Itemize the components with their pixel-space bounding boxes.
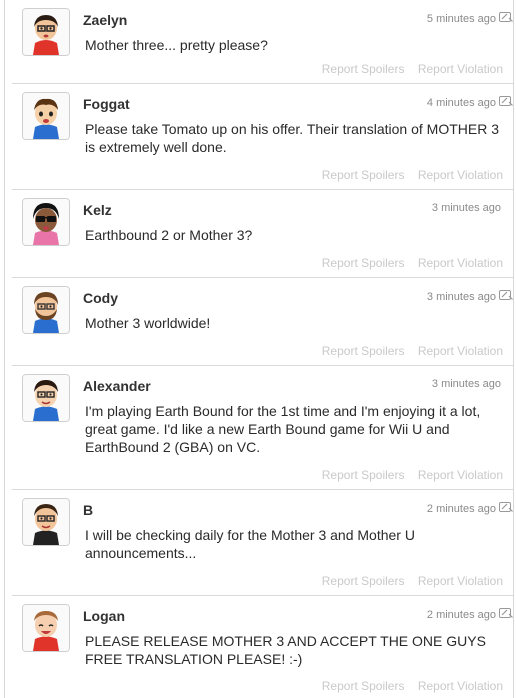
user-avatar[interactable]: [22, 286, 70, 334]
post-actions: Report Spoilers Report Violation: [312, 344, 503, 358]
report-violation-link[interactable]: Report Violation: [418, 344, 503, 358]
post-actions: Report Spoilers Report Violation: [312, 679, 503, 693]
comment-post: Logan 2 minutes ago PLEASE RELEASE MOTHE…: [12, 596, 513, 698]
comment-post: Alexander 3 minutes ago I'm playing Eart…: [12, 366, 513, 490]
report-spoilers-link[interactable]: Report Spoilers: [322, 168, 405, 182]
timestamp-text: 3 minutes ago: [431, 202, 501, 214]
post-actions: Report Spoilers Report Violation: [312, 574, 503, 588]
report-spoilers-link[interactable]: Report Spoilers: [322, 679, 405, 693]
post-timestamp: 4 minutes ago: [427, 96, 513, 109]
spoiler-flag-icon: [499, 608, 513, 618]
report-violation-link[interactable]: Report Violation: [418, 256, 503, 270]
spoiler-flag-icon: [499, 290, 513, 300]
report-spoilers-link[interactable]: Report Spoilers: [322, 574, 405, 588]
user-avatar[interactable]: [22, 604, 70, 652]
post-body: Mother 3 worldwide!: [85, 315, 211, 331]
timestamp-text: 3 minutes ago: [431, 378, 501, 390]
post-actions: Report Spoilers Report Violation: [312, 62, 503, 76]
timestamp-text: 3 minutes ago: [426, 291, 496, 303]
username[interactable]: Logan: [83, 608, 125, 624]
report-violation-link[interactable]: Report Violation: [418, 679, 503, 693]
spoiler-flag-icon: [499, 96, 513, 106]
user-avatar[interactable]: [22, 498, 70, 546]
post-timestamp: 2 minutes ago: [427, 608, 513, 621]
timestamp-text: 2 minutes ago: [426, 609, 496, 621]
post-body: I will be checking daily for the Mother …: [85, 527, 415, 561]
spoiler-flag-icon: [499, 12, 513, 22]
post-body: PLEASE RELEASE MOTHER 3 AND ACCEPT THE O…: [85, 633, 486, 667]
user-avatar[interactable]: [22, 8, 70, 56]
username[interactable]: Alexander: [83, 378, 151, 394]
timestamp-text: 4 minutes ago: [426, 97, 496, 109]
username[interactable]: Kelz: [83, 202, 112, 218]
post-actions: Report Spoilers Report Violation: [312, 256, 503, 270]
post-body: I'm playing Earth Bound for the 1st time…: [85, 403, 481, 455]
comment-post: B 2 minutes ago I will be checking daily…: [12, 490, 513, 596]
post-timestamp: 2 minutes ago: [427, 502, 513, 515]
username[interactable]: Foggat: [83, 96, 130, 112]
report-violation-link[interactable]: Report Violation: [418, 168, 503, 182]
user-avatar[interactable]: [22, 374, 70, 422]
user-avatar[interactable]: [22, 92, 70, 140]
timestamp-text: 2 minutes ago: [426, 503, 496, 515]
username[interactable]: B: [83, 502, 93, 518]
timestamp-text: 5 minutes ago: [426, 13, 496, 25]
post-timestamp: 3 minutes ago: [427, 290, 513, 303]
spoiler-flag-icon: [499, 502, 513, 512]
report-spoilers-link[interactable]: Report Spoilers: [322, 468, 405, 482]
comment-post: Foggat 4 minutes ago Please take Tomato …: [12, 84, 513, 190]
post-timestamp: 3 minutes ago: [432, 202, 501, 214]
post-body: Earthbound 2 or Mother 3?: [85, 227, 253, 243]
post-timestamp: 5 minutes ago: [427, 12, 513, 25]
username[interactable]: Cody: [83, 290, 118, 306]
post-body: Please take Tomato up on his offer. Thei…: [85, 121, 499, 155]
report-violation-link[interactable]: Report Violation: [418, 468, 503, 482]
post-actions: Report Spoilers Report Violation: [312, 468, 503, 482]
post-actions: Report Spoilers Report Violation: [312, 168, 503, 182]
report-violation-link[interactable]: Report Violation: [418, 62, 503, 76]
report-spoilers-link[interactable]: Report Spoilers: [322, 344, 405, 358]
report-violation-link[interactable]: Report Violation: [418, 574, 503, 588]
comment-post: Zaelyn 5 minutes ago Mother three... pre…: [12, 0, 513, 84]
report-spoilers-link[interactable]: Report Spoilers: [322, 62, 405, 76]
username[interactable]: Zaelyn: [83, 12, 127, 28]
post-timestamp: 3 minutes ago: [432, 378, 501, 390]
comment-post: Kelz 3 minutes ago Earthbound 2 or Mothe…: [12, 190, 513, 278]
post-body: Mother three... pretty please?: [85, 37, 268, 53]
comment-post: Cody 3 minutes ago Mother 3 worldwide! R…: [12, 278, 513, 366]
report-spoilers-link[interactable]: Report Spoilers: [322, 256, 405, 270]
user-avatar[interactable]: [22, 198, 70, 246]
